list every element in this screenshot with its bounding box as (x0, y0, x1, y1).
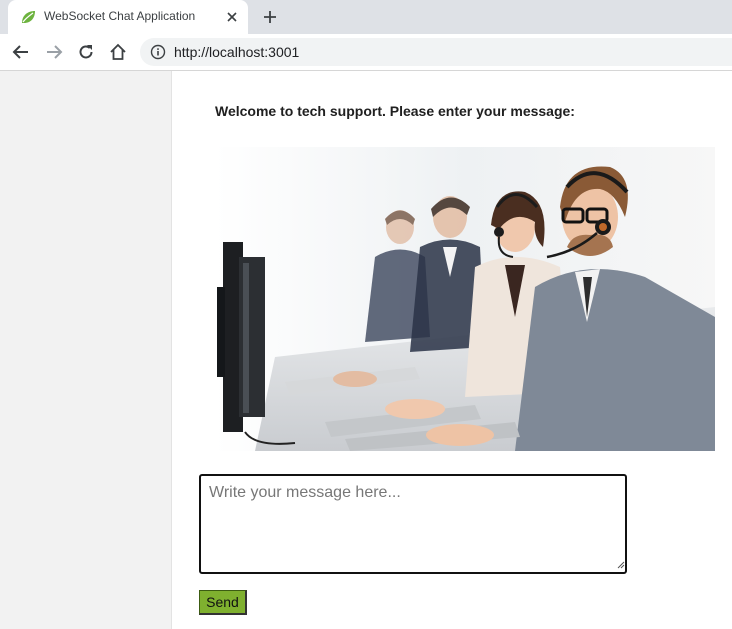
browser-tab-bar: WebSocket Chat Application (0, 0, 732, 34)
address-bar[interactable]: http://localhost:3001 (140, 38, 732, 66)
chat-content-panel: Welcome to tech support. Please enter yo… (171, 71, 732, 629)
back-arrow-icon[interactable] (9, 40, 33, 64)
home-icon[interactable] (106, 40, 130, 64)
info-icon[interactable] (150, 44, 166, 60)
close-icon[interactable] (223, 8, 241, 26)
spring-leaf-icon (22, 11, 35, 23)
url-text: http://localhost:3001 (174, 44, 300, 60)
message-input[interactable] (199, 474, 627, 574)
forward-arrow-icon[interactable] (42, 40, 66, 64)
welcome-heading: Welcome to tech support. Please enter yo… (215, 103, 575, 119)
resize-grip-icon[interactable] (617, 561, 625, 569)
plus-icon[interactable] (258, 6, 282, 28)
call-center-agents-photo (215, 147, 715, 451)
browser-toolbar: http://localhost:3001 (0, 34, 732, 71)
send-button[interactable]: Send (199, 590, 247, 615)
page-viewport: Welcome to tech support. Please enter yo… (0, 71, 732, 629)
browser-tab[interactable]: WebSocket Chat Application (8, 0, 248, 34)
tab-title: WebSocket Chat Application (44, 9, 196, 23)
reload-icon[interactable] (74, 40, 98, 64)
